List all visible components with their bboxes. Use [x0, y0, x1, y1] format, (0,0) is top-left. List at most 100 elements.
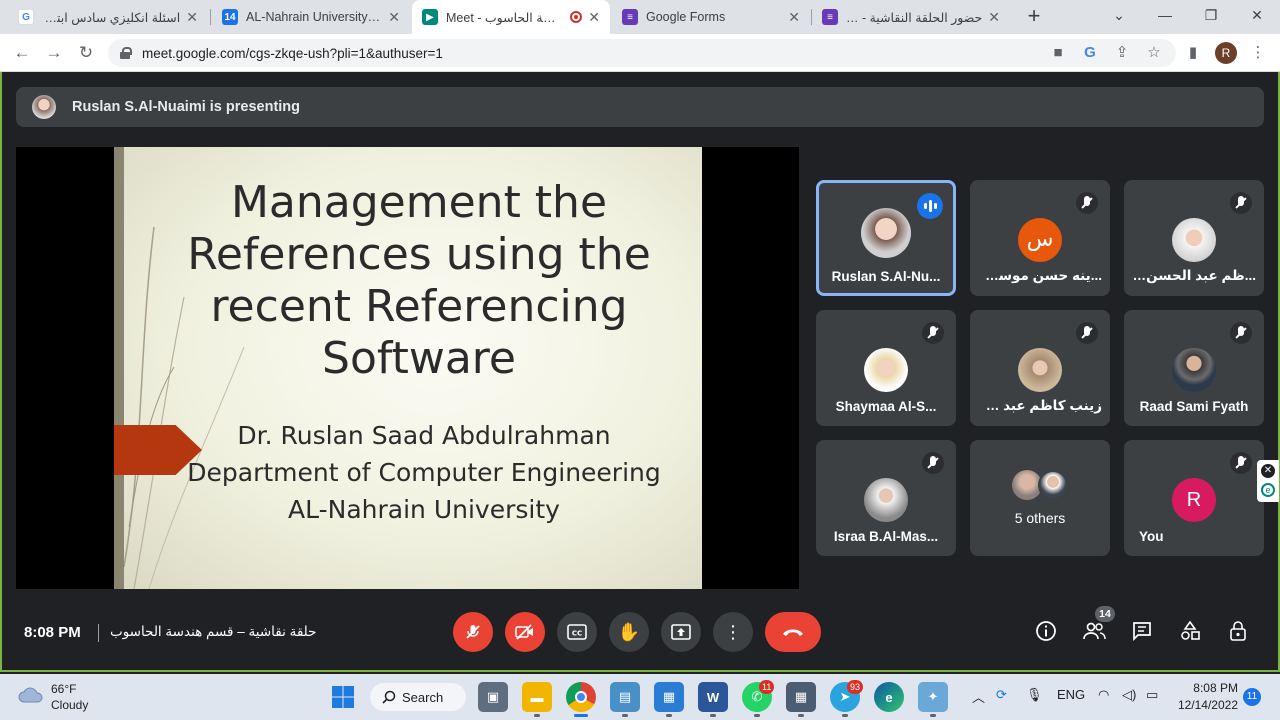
task-view-icon[interactable]: ▣	[478, 682, 508, 712]
forward-icon[interactable]: →	[42, 41, 66, 65]
participant-tile[interactable]: Raad Sami Fyath	[1124, 310, 1264, 426]
camera-toggle-button[interactable]	[505, 612, 545, 652]
presentation-stage[interactable]: Management the References using the rece…	[16, 147, 799, 589]
activities-icon[interactable]	[1177, 620, 1203, 646]
calculator-icon[interactable]: ▦	[786, 682, 816, 712]
taskbar-search[interactable]: Search	[370, 683, 466, 711]
tab-label: Google Forms	[646, 10, 726, 24]
participant-tile[interactable]: س ...ينه حسن موسى حسن	[970, 180, 1110, 296]
svg-text:CC: CC	[572, 630, 582, 638]
minimize-button[interactable]: —	[1142, 0, 1188, 32]
participant-count-badge: 14	[1095, 606, 1115, 622]
host-controls-icon[interactable]	[1225, 620, 1251, 646]
wifi-icon[interactable]: ◠	[1098, 687, 1109, 703]
extension-icon[interactable]: e	[1261, 483, 1275, 497]
sync-icon[interactable]: ⟳	[996, 687, 1007, 703]
word-icon[interactable]: W	[698, 682, 728, 712]
tab-2[interactable]: 14 AL-Nahrain University - C ✕	[212, 0, 410, 34]
omnibox[interactable]: meet.google.com/cgs-zkqe-ush?pli=1&authu…	[108, 39, 1176, 67]
tab-divider	[210, 9, 211, 25]
running-indicator	[842, 714, 848, 717]
mic-off-icon	[1076, 192, 1098, 214]
participant-tile[interactable]: ...ظم عبد الحسن سلمان	[1124, 180, 1264, 296]
present-button[interactable]	[661, 612, 701, 652]
taskbar: 66°F Cloudy Search ▣ ▬ ▤ ▦ W ✆ 11 ▦ ➤ 93…	[0, 674, 1280, 720]
self-tile[interactable]: R You	[1124, 440, 1264, 556]
weather-temperature[interactable]: 66°F	[51, 682, 76, 696]
side-widget[interactable]: ✕ e	[1257, 460, 1279, 502]
language-indicator[interactable]: ENG	[1057, 687, 1085, 702]
forms-icon: ≡	[822, 9, 838, 25]
windows-start-icon[interactable]	[328, 682, 358, 712]
close-icon[interactable]: ✕	[388, 9, 400, 26]
close-icon[interactable]: ✕	[186, 9, 198, 26]
participant-tile[interactable]: Ruslan S.Al-Nu...	[816, 180, 956, 296]
mic-toggle-button[interactable]	[453, 612, 493, 652]
photos-icon[interactable]: ▤	[610, 682, 640, 712]
microphone-icon[interactable]: 🎙	[1026, 687, 1043, 703]
app-icon[interactable]: ✦	[918, 682, 948, 712]
document-viewer-icon[interactable]: ▦	[654, 682, 684, 712]
camera-icon[interactable]: ■	[1048, 43, 1068, 63]
tab-5[interactable]: ≡ حضور الحلقة النقاشية - ms ✕	[812, 0, 1010, 34]
running-indicator	[754, 714, 760, 717]
running-indicator	[798, 714, 804, 717]
restore-button[interactable]: ❐	[1188, 0, 1234, 32]
url-text[interactable]: meet.google.com/cgs-zkqe-ush?pli=1&authu…	[142, 46, 443, 61]
close-window-button[interactable]: ✕	[1234, 0, 1280, 32]
captions-button[interactable]: CC	[557, 612, 597, 652]
presenter-avatar	[32, 95, 56, 119]
close-icon[interactable]: ✕	[588, 9, 600, 26]
people-icon[interactable]	[1081, 620, 1107, 646]
search-icon	[382, 690, 396, 704]
close-icon[interactable]: ✕	[988, 9, 1000, 26]
more-options-button[interactable]: ⋮	[713, 612, 753, 652]
raise-hand-button[interactable]: ✋	[609, 612, 649, 652]
tab-1[interactable]: G اسئلة انكليزي سادس ابتدائي ✕	[8, 0, 208, 34]
google-lens-icon[interactable]: G	[1080, 43, 1100, 63]
slide-title-line: References using the	[187, 229, 651, 280]
reload-icon[interactable]: ↻	[74, 41, 98, 65]
chrome-icon[interactable]	[566, 682, 596, 712]
slide-title-line: Management the	[230, 177, 608, 228]
taskbar-clock-time[interactable]: 8:08 PM	[1192, 681, 1238, 695]
others-tile[interactable]: 5 others	[970, 440, 1110, 556]
slide-sub-line: Department of Computer Engineering	[187, 458, 661, 487]
tab-search-icon[interactable]: ⌄	[1096, 0, 1142, 32]
participant-tile[interactable]: Israa B.Al-Mas...	[816, 440, 956, 556]
weather-description[interactable]: Cloudy	[51, 698, 88, 712]
whatsapp-badge: 11	[759, 680, 775, 694]
address-bar: ← → ↻ meet.google.com/cgs-zkqe-ush?pli=1…	[0, 34, 1280, 72]
presentation-slide: Management the References using the rece…	[114, 147, 702, 589]
mic-off-icon	[1230, 192, 1252, 214]
back-icon[interactable]: ←	[10, 41, 34, 65]
notification-badge[interactable]: 11	[1243, 688, 1261, 706]
meeting-info-icon[interactable]	[1033, 620, 1059, 646]
tab-4[interactable]: ≡ Google Forms ✕	[612, 0, 810, 34]
leave-call-button[interactable]	[765, 612, 821, 652]
menu-kebab-icon[interactable]: ⋮	[1248, 43, 1268, 63]
slide-side-bar	[114, 147, 124, 589]
side-panel-icon[interactable]: ▮	[1183, 43, 1203, 63]
bookmark-star-icon[interactable]: ☆	[1144, 43, 1164, 63]
edge-icon[interactable]: e	[874, 682, 904, 712]
divider	[98, 624, 99, 642]
taskbar-clock-date[interactable]: 12/14/2022	[1176, 698, 1238, 712]
participant-tile[interactable]: زينب كاظم عبد سلمان	[970, 310, 1110, 426]
close-icon[interactable]: ✕	[788, 9, 800, 26]
participant-tile[interactable]: Shaymaa Al-S...	[816, 310, 956, 426]
battery-icon[interactable]: ▭	[1146, 687, 1158, 703]
show-hidden-icons-icon[interactable]: ︿	[972, 687, 985, 706]
search-label: Search	[402, 689, 444, 705]
file-explorer-icon[interactable]: ▬	[522, 682, 552, 712]
share-icon[interactable]: ⇪	[1112, 43, 1132, 63]
profile-avatar[interactable]: R	[1215, 42, 1237, 64]
chat-icon[interactable]	[1129, 620, 1155, 646]
presenting-text: Ruslan S.Al-Nuaimi is presenting	[72, 99, 301, 115]
volume-icon[interactable]: ◁)	[1122, 687, 1136, 703]
close-icon[interactable]: ✕	[1261, 464, 1275, 478]
tab-3-active[interactable]: ▶ Meet - قسم هندسة الحاسوب ✕	[412, 0, 610, 34]
tab-label: Meet - قسم هندسة الحاسوب	[446, 10, 564, 25]
mic-off-icon	[922, 452, 944, 474]
new-tab-button[interactable]: +	[1022, 4, 1046, 28]
